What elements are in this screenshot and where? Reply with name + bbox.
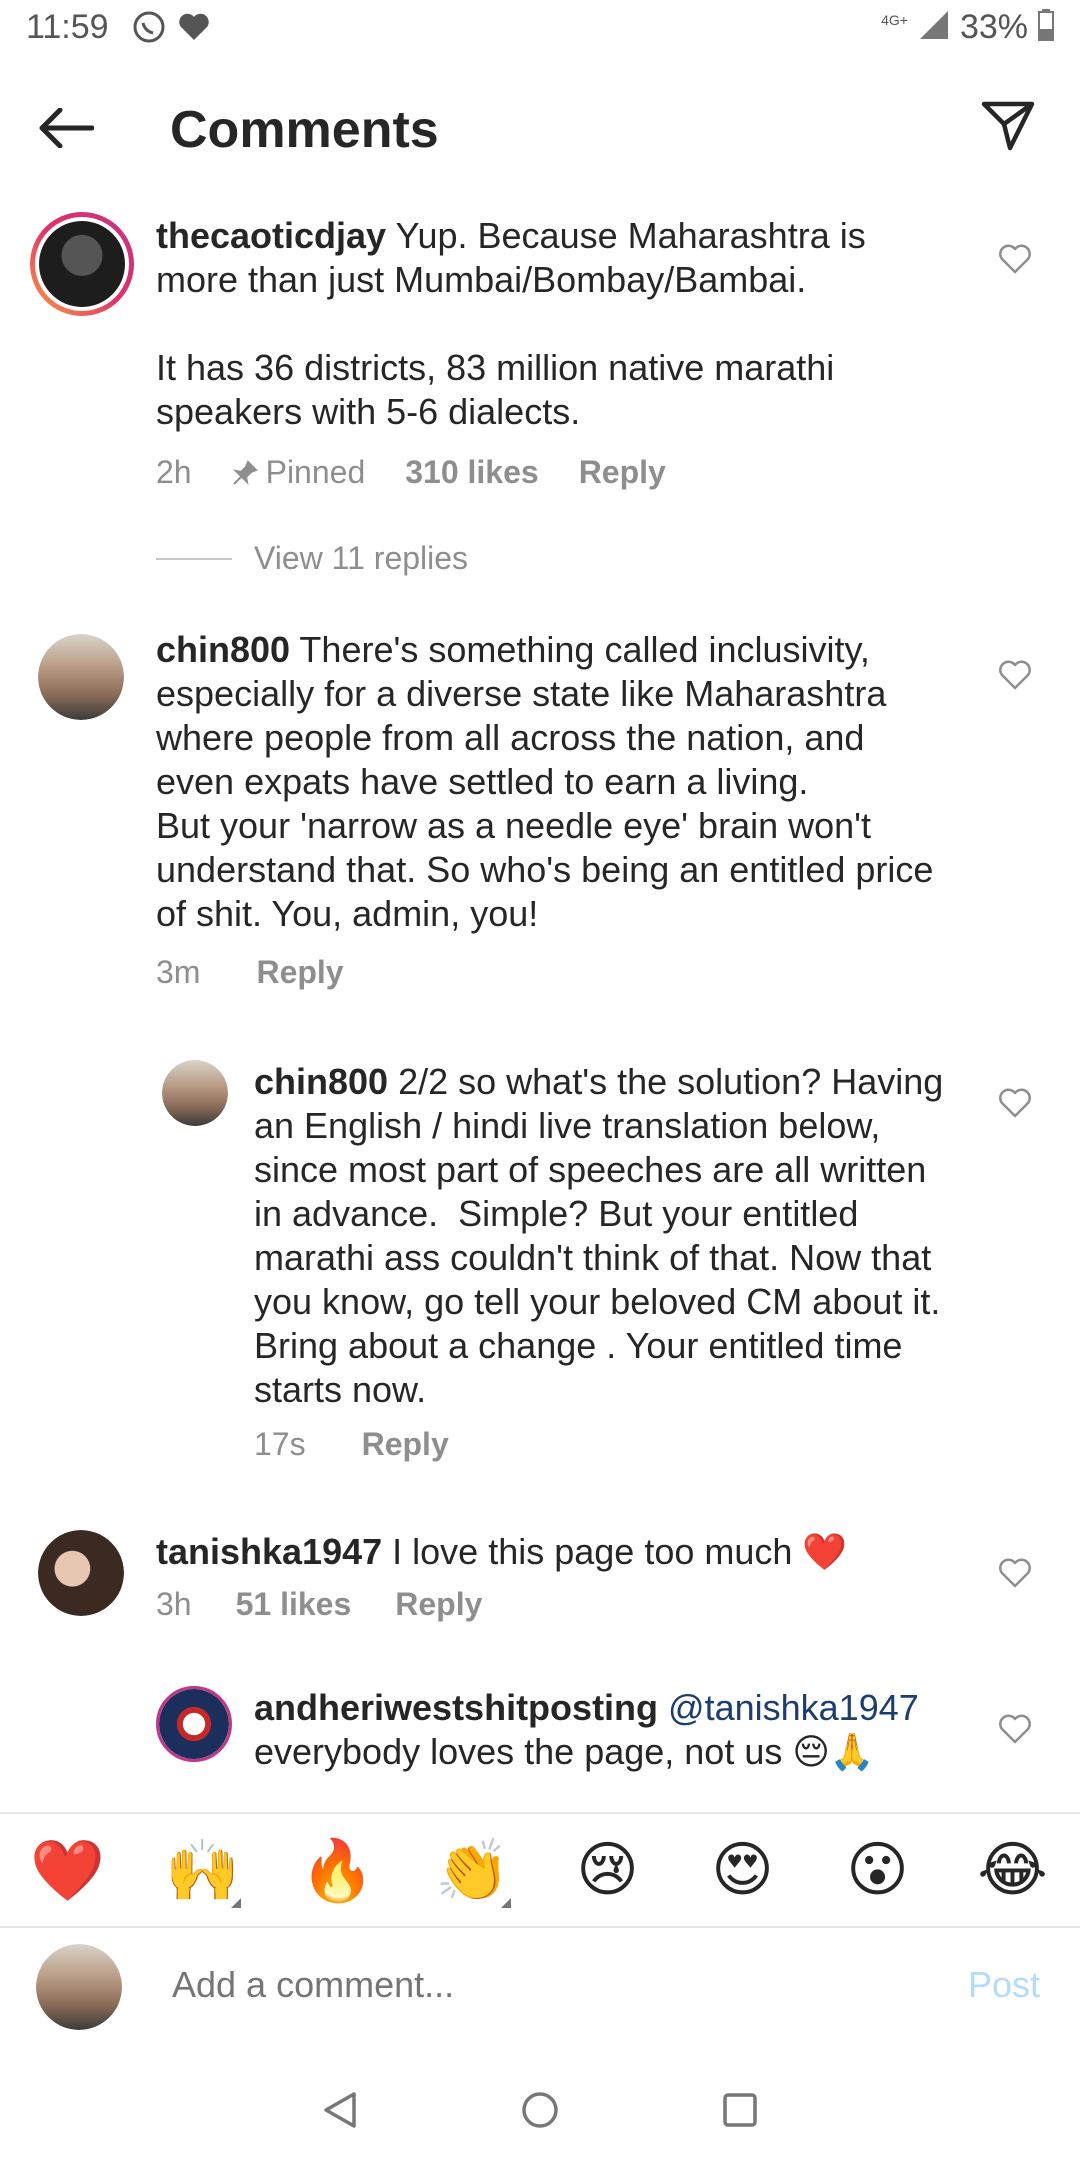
- add-comment-bar: Post: [0, 1930, 1080, 2046]
- whatsapp-icon: [132, 10, 166, 49]
- home-circle-icon[interactable]: [520, 2090, 560, 2130]
- reply-button[interactable]: Reply: [395, 1586, 482, 1623]
- comment-time: 3m: [156, 954, 201, 990]
- emoji-heart-eyes[interactable]: 😍: [703, 1830, 783, 1910]
- comment-meta: 3h 51 likes Reply: [156, 1586, 482, 1623]
- share-button[interactable]: [976, 94, 1040, 158]
- comment-time: 3h: [156, 1586, 192, 1622]
- comment-username[interactable]: chin800: [254, 1061, 388, 1102]
- comment-body: I love this page too much ❤️: [382, 1531, 848, 1572]
- status-bar: 11:59 4G+ 33%: [0, 0, 1080, 56]
- emoji-tears-of-joy[interactable]: 😂: [973, 1830, 1053, 1910]
- comment-username[interactable]: thecaoticdjay: [156, 215, 386, 256]
- likes-count[interactable]: 310 likes: [405, 454, 538, 491]
- header: Comments: [0, 80, 1080, 176]
- avatar[interactable]: [38, 1530, 124, 1616]
- like-heart-icon[interactable]: [998, 1086, 1032, 1120]
- current-user-avatar: [36, 1944, 122, 2030]
- comment-text: thecaoticdjay Yup. Because Maharashtra i…: [156, 214, 916, 434]
- emoji-crying-face[interactable]: 😢: [568, 1830, 648, 1910]
- emoji-clapping-hands[interactable]: 👏: [433, 1830, 513, 1910]
- battery-icon: [1038, 9, 1054, 46]
- like-heart-icon[interactable]: [998, 1712, 1032, 1746]
- reply-button[interactable]: Reply: [362, 1426, 449, 1463]
- pinned-text: Pinned: [265, 454, 366, 490]
- skin-tone-indicator: [230, 1898, 241, 1908]
- view-replies-button[interactable]: View 11 replies: [156, 540, 468, 577]
- recents-square-icon[interactable]: [720, 2090, 760, 2130]
- avatar[interactable]: [38, 634, 124, 720]
- comment-username[interactable]: tanishka1947: [156, 1531, 382, 1572]
- comment-username[interactable]: chin800: [156, 629, 290, 670]
- emoji-fire[interactable]: 🔥: [298, 1830, 378, 1910]
- comment-input[interactable]: [172, 1964, 872, 2006]
- heart-status-icon: [178, 12, 210, 47]
- like-heart-icon[interactable]: [998, 658, 1032, 692]
- comment-time: 2h: [156, 454, 192, 490]
- emoji-raising-hands-glyph: 🙌: [165, 1836, 240, 1904]
- divider-line: [156, 557, 232, 560]
- comment-text: chin800 2/2 so what's the solution? Havi…: [254, 1060, 954, 1412]
- avatar: [39, 221, 125, 307]
- pinned-label: Pinned: [232, 454, 366, 491]
- comment-body: There's something called inclusivity, es…: [156, 629, 934, 934]
- system-nav-bar: [0, 2060, 1080, 2160]
- like-heart-icon[interactable]: [998, 242, 1032, 276]
- comment-body: everybody loves the page, not us 😔🙏: [254, 1731, 875, 1772]
- avatar-story-ring[interactable]: [30, 212, 134, 316]
- network-type: 4G+: [881, 11, 908, 28]
- page-title: Comments: [170, 101, 439, 159]
- comment-text: tanishka1947 I love this page too much ❤…: [156, 1530, 946, 1574]
- likes-count[interactable]: 51 likes: [236, 1586, 352, 1623]
- send-icon: [981, 101, 1035, 151]
- emoji-raising-hands[interactable]: 🙌: [163, 1830, 243, 1910]
- emoji-quick-bar: ❤️ 🙌 🔥 👏 😢 😍 😮 😂: [0, 1812, 1080, 1928]
- emoji-clapping-hands-glyph: 👏: [435, 1836, 510, 1904]
- pin-icon: [232, 459, 258, 485]
- back-button[interactable]: [36, 98, 96, 158]
- comment-time: 17s: [254, 1426, 306, 1462]
- comment-username[interactable]: andheriwestshitposting: [254, 1687, 658, 1728]
- back-triangle-icon[interactable]: [320, 2090, 360, 2130]
- skin-tone-indicator: [500, 1898, 511, 1908]
- battery-percent: 33%: [959, 8, 1028, 46]
- mention-link[interactable]: @tanishka1947: [658, 1687, 919, 1728]
- like-heart-icon[interactable]: [998, 1556, 1032, 1590]
- emoji-surprised-face[interactable]: 😮: [838, 1830, 918, 1910]
- avatar[interactable]: [156, 1686, 232, 1762]
- comment-meta: 3m Reply: [156, 954, 344, 991]
- view-replies-label: View 11 replies: [254, 540, 469, 576]
- reply-button[interactable]: Reply: [256, 954, 343, 991]
- comment-body: 2/2 so what's the solution? Having an En…: [254, 1061, 954, 1410]
- arrow-left-icon: [39, 108, 94, 148]
- comment-meta: 17s Reply: [254, 1426, 449, 1463]
- reply-button[interactable]: Reply: [579, 454, 666, 491]
- comment-text: chin800 There's something called inclusi…: [156, 628, 946, 936]
- avatar[interactable]: [162, 1060, 228, 1126]
- status-time: 11:59: [26, 8, 109, 46]
- signal-icon: [918, 9, 950, 46]
- comment-meta: 2h Pinned 310 likes Reply: [156, 454, 666, 491]
- comment-text: andheriwestshitposting @tanishka1947 ever…: [254, 1686, 954, 1774]
- post-button[interactable]: Post: [968, 1964, 1040, 2006]
- emoji-red-heart[interactable]: ❤️: [28, 1830, 108, 1910]
- comments-list[interactable]: thecaoticdjay Yup. Because Maharashtra i…: [0, 200, 1080, 1810]
